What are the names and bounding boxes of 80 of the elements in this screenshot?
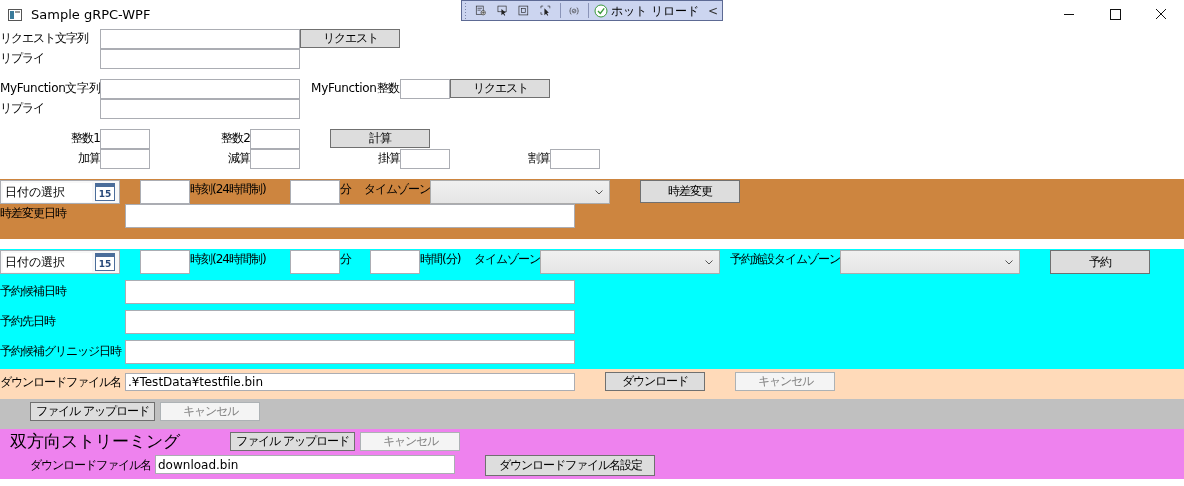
text-field[interactable] [400,79,450,99]
field-label: リプライ [0,100,45,116]
field-label: 分 [340,251,353,267]
field-label: 予約候補日時 [0,283,68,299]
field-label: 整数2 [220,130,250,146]
text-field[interactable] [100,99,300,119]
chevron-icon [595,189,603,195]
text-field[interactable] [100,129,150,149]
text-field[interactable] [550,149,600,169]
chevron-icon [1005,259,1013,265]
section-heading: 双方向ストリーミング [10,431,181,451]
field-label: 整数1 [70,130,100,146]
field-label: ダウンロードファイル名 [0,374,122,390]
push-button[interactable]: ダウンロード [605,372,705,391]
text-field[interactable] [250,149,300,169]
push-button[interactable]: 予約 [1050,250,1150,274]
text-field[interactable] [250,129,300,149]
dropdown-field[interactable] [540,250,720,274]
text-field[interactable] [100,29,300,49]
dropdown-field[interactable] [430,180,610,204]
push-button[interactable]: リクエスト [300,29,400,48]
date-field[interactable]: 日付の選択 [3,252,92,272]
text-field[interactable] [100,49,300,69]
field-label: 時刻(24時間制) [190,251,267,267]
field-label: 時刻(24時間制) [190,181,267,197]
field-label: 減算 [227,150,250,166]
push-button[interactable]: 時差変更 [640,180,740,203]
field-label: リプライ [0,50,45,66]
text-field[interactable] [125,340,575,364]
text-field[interactable] [290,250,340,274]
cursor-frame-icon[interactable] [540,2,551,19]
dropdown-field[interactable] [840,250,1020,274]
push-button[interactable]: ファイル アップロード [30,402,155,421]
calendar-icon[interactable]: 15 [95,253,115,271]
date-field[interactable]: 日付の選択 [3,182,92,202]
calendar-icon[interactable]: 15 [95,183,115,201]
field-label: タイムゾーン [473,251,540,267]
push-button[interactable]: ダウンロードファイル名設定 [485,455,655,476]
text-field[interactable] [400,149,450,169]
text-field[interactable] [140,180,190,204]
window-title: Sample gRPC-WPF [31,7,151,22]
field-label: 時差変更日時 [0,205,68,221]
text-field[interactable] [125,280,575,304]
hot-reload-button[interactable]: ホット リロード [594,2,699,19]
field-label: タイムゾーン [363,181,430,197]
push-button[interactable]: ファイル アップロード [230,432,355,451]
text-field[interactable]: .¥TestData¥testfile.bin [125,373,575,391]
push-button: キャンセル [160,402,260,421]
field-label: 予約候補グリニッジ日時 [0,343,123,359]
text-field[interactable] [140,250,190,274]
app-icon [8,8,22,21]
push-button[interactable]: 計算 [330,129,430,148]
text-field[interactable] [370,250,420,274]
layout-box-icon[interactable] [518,2,529,19]
text-field[interactable] [125,204,575,228]
push-button[interactable]: リクエスト [450,79,550,98]
field-label: MyFunction文字列 [0,80,100,96]
check-circle-icon [594,3,609,18]
field-label: 割算 [527,150,550,166]
collapse-button[interactable]: < [707,3,718,18]
field-label: 加算 [77,150,100,166]
grip-handle[interactable] [464,2,468,19]
text-field[interactable]: download.bin [155,455,455,474]
text-field[interactable] [290,180,340,204]
field-label: リクエスト文字列 [0,30,89,46]
text-field[interactable] [100,149,150,169]
field-label: MyFunction整数 [310,80,400,96]
field-label: 予約施設タイムゾーン [729,251,840,267]
chevron-icon [705,259,713,265]
field-label: 掛算 [377,150,400,166]
field-label: 分 [340,181,353,197]
field-label: ダウンロードファイル名 [30,457,152,473]
field-label: 時間(分) [420,251,462,267]
text-field[interactable] [100,79,300,99]
text-field[interactable] [125,310,575,334]
element-picker-icon[interactable] [474,2,486,19]
push-button: キャンセル [735,372,835,391]
field-label: 予約先日時 [0,313,57,329]
push-button: キャンセル [360,432,460,451]
cursor-select-icon[interactable] [496,2,508,19]
